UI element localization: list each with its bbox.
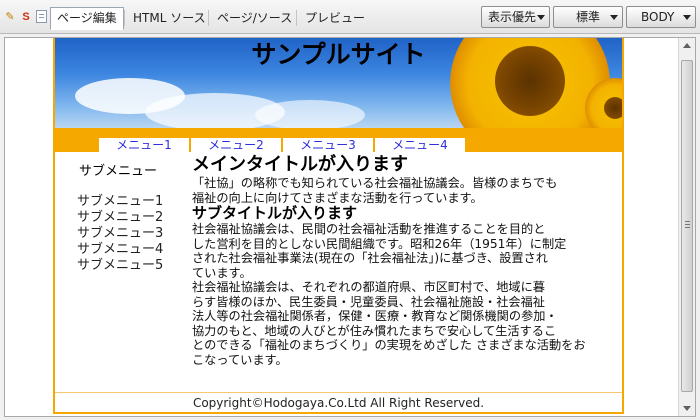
sidebar-title: サブメニュー bbox=[79, 164, 158, 179]
sidebar-item[interactable]: サブメニュー5 bbox=[77, 258, 163, 274]
paragraph-line: 社会福祉協議会は、民間の社会福祉活動を推進することを目的と bbox=[192, 222, 546, 236]
chevron-down-icon bbox=[610, 15, 618, 20]
tab-page-source[interactable]: ページ/ソース bbox=[211, 7, 298, 29]
paragraph-line: ています。 bbox=[192, 265, 252, 280]
global-nav: メニュー1 メニュー2 メニュー3 メニュー4 bbox=[55, 128, 622, 152]
scroll-down-arrow-icon[interactable] bbox=[679, 400, 695, 416]
sidebar-item[interactable]: サブメニュー2 bbox=[77, 210, 163, 226]
dropdown-label: 表示優先 bbox=[488, 10, 537, 24]
sunflower-center bbox=[604, 97, 622, 119]
paragraph-line: された社会福祉事業法(現在の「社会福祉法」)に基づき、設置され bbox=[192, 251, 548, 265]
chevron-down-icon bbox=[537, 15, 545, 20]
site-title: サンプルサイト bbox=[251, 40, 426, 69]
main-content: メインタイトルが入ります 「社協」の略称でも知られている社会福祉協議会。皆様のま… bbox=[192, 154, 612, 367]
paragraph-line: 社会福祉協議会は、それぞれの都道府県、市区町村で、地域に暮 bbox=[192, 280, 545, 294]
nav-item-menu3[interactable]: メニュー3 bbox=[283, 138, 373, 152]
scrollbar-thumb[interactable] bbox=[681, 60, 693, 392]
tab-preview[interactable]: プレビュー bbox=[299, 7, 371, 29]
sidebar-item[interactable]: サブメニュー1 bbox=[77, 194, 163, 210]
paragraph-line: らす皆様のほか、民生委員・児童委員、社会福祉施設・社会福祉 bbox=[192, 294, 545, 309]
main-heading: メインタイトルが入ります bbox=[192, 154, 408, 175]
nav-item-menu1[interactable]: メニュー1 bbox=[99, 138, 189, 152]
paragraph-line: 協力のもと、地域の人びとが住み慣れたまちで安心して生活するこ bbox=[192, 323, 557, 338]
sidebar-item[interactable]: サブメニュー4 bbox=[77, 242, 163, 258]
style-dropdown[interactable]: 標準 bbox=[553, 6, 623, 28]
document-icon[interactable] bbox=[36, 10, 47, 23]
grip-icon bbox=[685, 221, 690, 222]
nav-item-menu2[interactable]: メニュー2 bbox=[191, 138, 281, 152]
footer-copyright: Copyright©Hodogaya.Co.Ltd All Right Rese… bbox=[192, 396, 485, 410]
paragraph-line: 「社協」の略称でも知られている社会福祉協議会。皆様のまちでも bbox=[192, 176, 558, 190]
editor-canvas[interactable]: サンプルサイト メニュー1 メニュー2 メニュー3 メニュー4 サブメニュー サ… bbox=[4, 37, 696, 417]
paragraph-line: した営利を目的としない民間組織です。昭和26年（1951年）に制定 bbox=[192, 236, 567, 251]
tab-page-edit[interactable]: ページ編集 bbox=[50, 7, 124, 30]
chevron-down-icon bbox=[683, 15, 691, 20]
editor-toolbar: ✎ S ページ編集 HTML ソース ページ/ソース プレビュー 表示優先 標準… bbox=[0, 0, 700, 34]
vertical-scrollbar[interactable] bbox=[678, 38, 695, 416]
paragraph-line: こなっています。 bbox=[192, 352, 288, 367]
nav-item-menu4[interactable]: メニュー4 bbox=[375, 138, 465, 152]
paragraph-line: 法人等の社会福祉関係者，保健・医療・教育など関係機関の参加・ bbox=[192, 309, 558, 323]
element-dropdown[interactable]: BODY bbox=[626, 6, 696, 28]
cloud-decoration bbox=[255, 100, 365, 128]
display-priority-dropdown[interactable]: 表示優先 bbox=[481, 6, 550, 28]
tab-html-source[interactable]: HTML ソース bbox=[127, 7, 212, 29]
sub-heading: サブタイトルが入ります bbox=[192, 204, 358, 222]
paragraph-line: 福祉の向上に向けてさまざまな活動を行っています。 bbox=[192, 190, 483, 205]
footer-divider bbox=[55, 392, 622, 393]
sidebar-item[interactable]: サブメニュー3 bbox=[77, 226, 163, 242]
page-preview: サンプルサイト メニュー1 メニュー2 メニュー3 メニュー4 サブメニュー サ… bbox=[53, 38, 624, 414]
pencil-icon[interactable]: ✎ bbox=[4, 10, 16, 24]
tab-divider bbox=[296, 10, 297, 26]
paragraph-line: とのできる「福祉のまちづくり」の実現をめざした さまざまな活動をお bbox=[192, 338, 586, 352]
s-icon[interactable]: S bbox=[20, 10, 32, 24]
dropdown-label: BODY bbox=[641, 10, 675, 24]
dropdown-label: 標準 bbox=[576, 10, 601, 24]
scroll-up-arrow-icon[interactable] bbox=[679, 38, 695, 54]
header-banner: サンプルサイト bbox=[55, 38, 622, 128]
tab-divider bbox=[124, 10, 125, 26]
tab-divider bbox=[208, 10, 209, 26]
